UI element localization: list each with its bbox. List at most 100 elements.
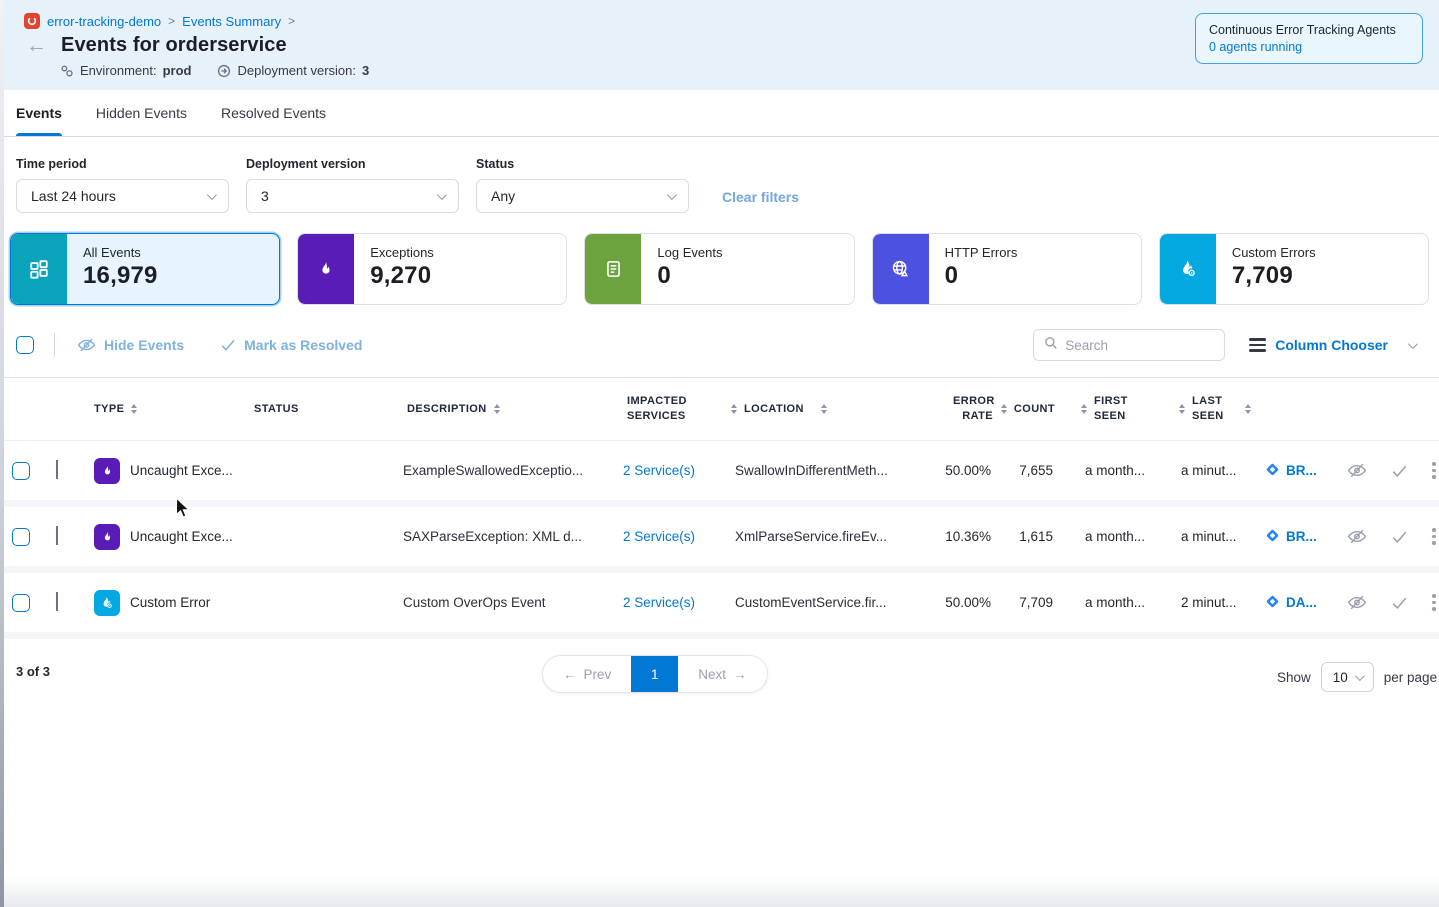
agents-running-link[interactable]: 0 agents running xyxy=(1209,40,1409,54)
tab-hidden-events[interactable]: Hidden Events xyxy=(96,90,187,136)
column-header-impacted-services[interactable]: IMPACTED SERVICES xyxy=(611,394,703,424)
table-row[interactable]: Custom Error Custom OverOps Event 2 Serv… xyxy=(0,573,1439,639)
jira-ticket-link[interactable]: DA... xyxy=(1251,594,1331,612)
agents-title: Continuous Error Tracking Agents xyxy=(1209,23,1409,37)
deployment-value: 3 xyxy=(362,63,369,78)
description-cell: ExampleSwallowedExceptio... xyxy=(391,463,611,478)
stat-card-custom-errors[interactable]: Custom Errors 7,709 xyxy=(1159,233,1429,305)
expand-row-icon[interactable] xyxy=(56,526,58,545)
next-page-button[interactable]: Next → xyxy=(678,656,766,692)
stat-card-http-errors[interactable]: HTTP Errors 0 xyxy=(872,233,1142,305)
stat-card-value: 9,270 xyxy=(370,262,434,290)
error-rate-cell: 50.00% xyxy=(919,595,997,610)
row-checkbox[interactable] xyxy=(12,462,30,480)
status-select[interactable]: Any xyxy=(476,179,689,213)
chevron-down-icon xyxy=(207,190,217,200)
resolve-event-icon[interactable] xyxy=(1391,464,1408,478)
resolve-event-icon[interactable] xyxy=(1391,596,1408,610)
hide-event-icon[interactable] xyxy=(1347,528,1367,545)
column-header-count[interactable]: COUNT xyxy=(997,402,1059,417)
hide-events-button[interactable]: Hide Events xyxy=(77,337,184,353)
page-size-select[interactable]: 10 xyxy=(1321,662,1374,692)
arrow-left-icon: ← xyxy=(563,667,577,682)
toolbar-divider xyxy=(54,333,55,357)
search-icon xyxy=(1044,336,1058,355)
deployment-label: Deployment version: xyxy=(237,63,356,78)
jira-icon xyxy=(1265,462,1280,480)
pagination-bar: 3 of 3 ← Prev 1 Next → Show 10 per page xyxy=(0,655,1439,699)
stat-cards-row: All Events 16,979 Exceptions 9,270 Log E… xyxy=(0,227,1439,315)
stat-card-label: Custom Errors xyxy=(1232,245,1316,260)
column-header-description[interactable]: DESCRIPTION xyxy=(391,402,611,417)
select-all-checkbox[interactable] xyxy=(16,336,34,354)
eye-slash-icon xyxy=(77,337,96,353)
mark-resolved-button[interactable]: Mark as Resolved xyxy=(220,337,362,353)
mark-resolved-label: Mark as Resolved xyxy=(244,337,362,353)
tab-events[interactable]: Events xyxy=(16,90,62,136)
page-size-value: 10 xyxy=(1333,670,1348,685)
hide-events-label: Hide Events xyxy=(104,337,184,353)
hide-event-icon[interactable] xyxy=(1347,462,1367,479)
location-cell: XmlParseService.fireEv... xyxy=(723,529,919,544)
column-header-first-seen[interactable]: FIRST SEEN xyxy=(1059,394,1155,424)
expand-row-icon[interactable] xyxy=(56,460,58,479)
row-menu-icon[interactable] xyxy=(1432,594,1436,611)
jira-ticket-link[interactable]: BR... xyxy=(1251,528,1331,546)
next-label: Next xyxy=(698,667,726,682)
sort-icon[interactable] xyxy=(731,404,737,415)
location-cell: CustomEventService.fir... xyxy=(723,595,919,610)
impacted-services-link[interactable]: 2 Service(s) xyxy=(611,529,723,544)
impacted-services-link[interactable]: 2 Service(s) xyxy=(611,463,723,478)
row-menu-icon[interactable] xyxy=(1432,528,1436,545)
column-chooser-button[interactable]: Column Chooser xyxy=(1275,337,1388,353)
custom-error-flame-gear-icon xyxy=(94,590,120,616)
flame-icon xyxy=(298,234,354,304)
sort-icon[interactable] xyxy=(1001,404,1007,415)
hide-event-icon[interactable] xyxy=(1347,594,1367,611)
stat-card-label: Exceptions xyxy=(370,245,434,260)
table-row[interactable]: Uncaught Exce... SAXParseException: XML … xyxy=(0,507,1439,573)
stat-card-log-events[interactable]: Log Events 0 xyxy=(584,233,854,305)
tab-resolved-events[interactable]: Resolved Events xyxy=(221,90,326,136)
clear-filters-button[interactable]: Clear filters xyxy=(722,189,799,205)
sort-icon[interactable] xyxy=(821,404,827,415)
chevron-down-icon[interactable] xyxy=(1408,339,1418,349)
ticket-id: BR... xyxy=(1286,529,1317,544)
deployment-version-select[interactable]: 3 xyxy=(246,179,459,213)
expand-row-icon[interactable] xyxy=(56,592,58,611)
time-period-select[interactable]: Last 24 hours xyxy=(16,179,229,213)
search-input[interactable] xyxy=(1065,338,1205,353)
column-header-last-seen[interactable]: LAST SEEN xyxy=(1155,394,1251,424)
count-cell: 7,709 xyxy=(997,595,1059,610)
back-arrow-icon[interactable]: ← xyxy=(26,35,47,56)
resolve-event-icon[interactable] xyxy=(1391,530,1408,544)
row-checkbox[interactable] xyxy=(12,594,30,612)
prev-page-button[interactable]: ← Prev xyxy=(543,656,631,692)
error-tracking-events-page: error-tracking-demo > Events Summary > ←… xyxy=(0,0,1439,907)
table-row[interactable]: Uncaught Exce... ExampleSwallowedExcepti… xyxy=(0,441,1439,507)
pagination-pill: ← Prev 1 Next → xyxy=(542,655,768,693)
sort-icon[interactable] xyxy=(131,404,137,415)
sort-icon[interactable] xyxy=(1179,404,1185,415)
project-icon xyxy=(24,13,40,29)
jira-ticket-link[interactable]: BR... xyxy=(1251,462,1331,480)
sort-icon[interactable] xyxy=(1245,404,1251,415)
breadcrumb-project-link[interactable]: error-tracking-demo xyxy=(47,14,161,29)
globe-icon xyxy=(873,234,929,304)
stat-card-label: HTTP Errors xyxy=(945,245,1018,260)
column-header-type[interactable]: TYPE xyxy=(78,402,238,417)
column-chooser-icon[interactable] xyxy=(1249,338,1266,352)
column-header-location[interactable]: LOCATION xyxy=(723,402,919,417)
stat-card-exceptions[interactable]: Exceptions 9,270 xyxy=(297,233,567,305)
impacted-services-link[interactable]: 2 Service(s) xyxy=(611,595,723,610)
page-number-button[interactable]: 1 xyxy=(631,656,678,692)
row-checkbox[interactable] xyxy=(12,528,30,546)
sort-icon[interactable] xyxy=(1081,404,1087,415)
breadcrumb-section-link[interactable]: Events Summary xyxy=(182,14,281,29)
stat-card-all-events[interactable]: All Events 16,979 xyxy=(10,233,280,305)
row-menu-icon[interactable] xyxy=(1432,462,1436,479)
sort-icon[interactable] xyxy=(494,404,500,415)
description-cell: Custom OverOps Event xyxy=(391,595,611,610)
per-page-label: per page xyxy=(1384,670,1437,685)
column-header-error-rate[interactable]: ERROR RATE xyxy=(919,394,997,424)
